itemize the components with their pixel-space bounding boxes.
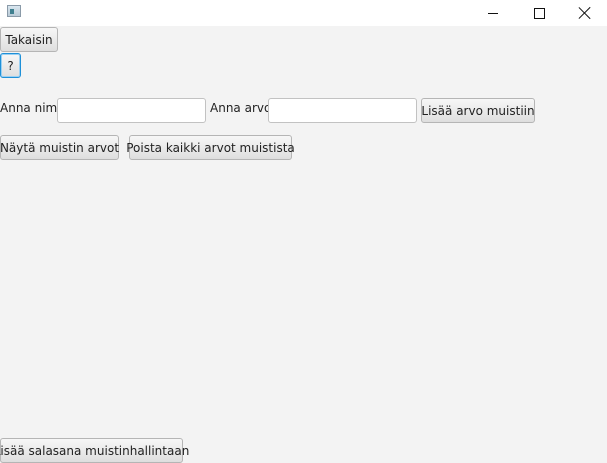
value-label: Anna arvo <box>210 101 272 115</box>
close-button[interactable] <box>562 0 607 26</box>
maximize-button[interactable] <box>516 0 562 26</box>
add-value-button[interactable]: Lisää arvo muistiin <box>421 98 535 123</box>
value-input[interactable] <box>268 98 417 123</box>
help-button[interactable]: ? <box>0 53 21 78</box>
maximize-icon <box>533 7 545 19</box>
name-input[interactable] <box>57 98 206 123</box>
minimize-icon <box>488 12 498 14</box>
title-bar <box>0 0 607 26</box>
name-label: Anna nimi <box>0 101 61 115</box>
add-password-button[interactable]: Lisää salasana muistinhallintaan <box>0 438 189 463</box>
show-values-button[interactable]: Näytä muistin arvot <box>0 135 119 160</box>
back-button[interactable]: Takaisin <box>0 27 58 52</box>
app-window-icon <box>7 5 21 17</box>
app-window: Takaisin ? Anna nimi Anna arvo Lisää arv… <box>0 0 607 463</box>
delete-all-values-button[interactable]: Poista kaikki arvot muistista <box>126 135 295 160</box>
minimize-button[interactable] <box>470 0 516 26</box>
close-icon <box>579 7 591 19</box>
